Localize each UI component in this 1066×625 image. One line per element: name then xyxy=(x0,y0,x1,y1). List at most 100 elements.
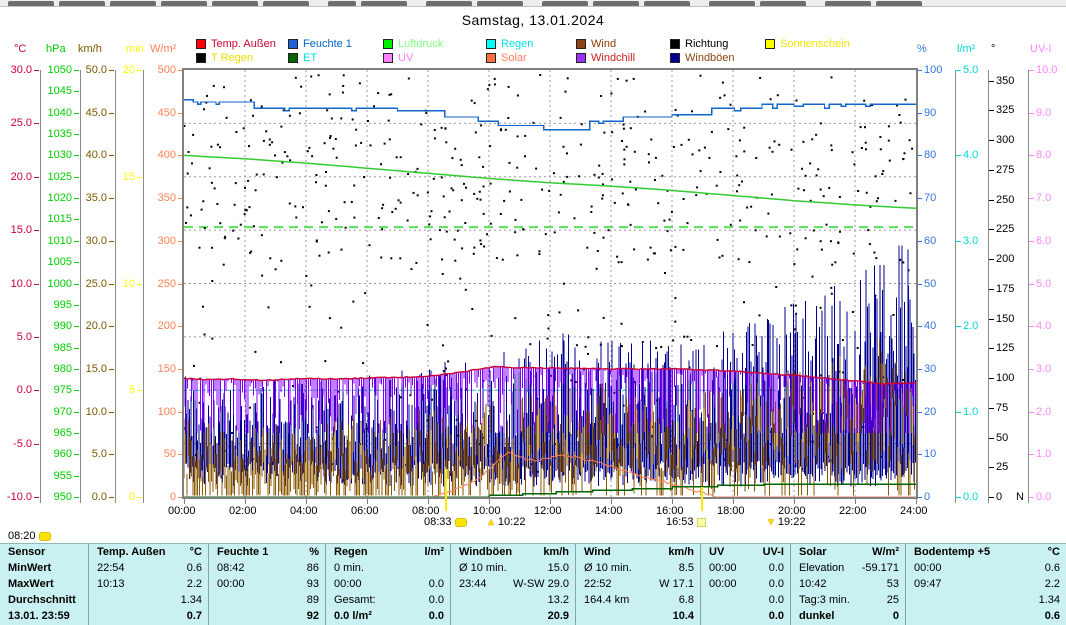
toolbar-button[interactable] xyxy=(212,1,258,6)
axis-label-wm2: 450 xyxy=(136,108,176,119)
stats-cell-value: 0.0 xyxy=(769,592,784,608)
axis-label-min: 5 xyxy=(95,385,135,396)
axis-tick-pct xyxy=(917,284,922,285)
stats-cell-label xyxy=(215,608,217,624)
axis-label-pct: 70 xyxy=(924,193,936,204)
axis-label-wm2: 400 xyxy=(136,150,176,161)
axis-tick-pct xyxy=(917,369,922,370)
toolbar-button[interactable] xyxy=(709,1,755,6)
axis-unit-lm2: l/m² xyxy=(957,44,975,55)
stats-cell-row: 22:52W 17.1 xyxy=(576,576,700,592)
axis-tick-wm2 xyxy=(178,155,183,156)
stats-cell-value: 92 xyxy=(307,608,319,624)
x-axis-label: 12:00 xyxy=(534,505,562,517)
axis-tick-deg xyxy=(989,497,994,498)
stats-cell-row: 10.4 xyxy=(576,608,700,624)
axis-label-deg: 325 xyxy=(996,105,1014,116)
axis-label-deg: 100 xyxy=(996,373,1014,384)
toolbar-button[interactable] xyxy=(59,1,105,6)
sun-icon xyxy=(455,518,467,527)
axis-label-kmh: 40.0 xyxy=(67,150,107,161)
legend-item: Richtung xyxy=(685,38,728,50)
stats-cell-row: 89 xyxy=(209,592,325,608)
axis-tick-c xyxy=(34,123,39,124)
toolbar-button[interactable] xyxy=(760,1,806,6)
chart-plot[interactable] xyxy=(184,70,916,497)
axis-line-uvi xyxy=(1028,70,1029,503)
stats-cell-row: 1.34 xyxy=(906,592,1066,608)
toolbar-button[interactable] xyxy=(876,1,922,6)
axis-label-hpa: 975 xyxy=(32,385,72,396)
axis-label-lm2: 5.0 xyxy=(963,65,978,76)
stats-cell-value: 93 xyxy=(307,576,319,592)
stats-row-header-label: 13.01. 23:59 xyxy=(6,608,70,624)
stats-col-solar: SolarW/m²Elevation-59.17110:4253Tag:3 mi… xyxy=(790,544,905,625)
axis-label-wm2: 300 xyxy=(136,236,176,247)
stats-col-header: UVUV-I xyxy=(701,544,790,560)
stats-cell-row: Gesamt:0.0 xyxy=(326,592,450,608)
axis-tick-pct xyxy=(917,412,922,413)
toolbar-button[interactable] xyxy=(8,1,54,6)
sun-icon xyxy=(39,532,51,541)
x-axis-tick xyxy=(306,499,307,504)
x-axis-tick xyxy=(489,499,490,504)
axis-unit-c: °C xyxy=(14,44,26,55)
stats-cell-label: 00:00 xyxy=(707,560,737,576)
legend-item: Windböen xyxy=(685,52,735,64)
stats-cell-label xyxy=(707,608,709,624)
stats-cell-label: 10:13 xyxy=(95,576,125,592)
axis-tick-hpa xyxy=(74,262,79,263)
sunshine-icon xyxy=(697,518,706,527)
axis-label-min: 15 xyxy=(95,172,135,183)
legend-item: Regen xyxy=(501,38,533,50)
stats-cell-value: 0.6 xyxy=(1045,560,1060,576)
axis-label-hpa: 1010 xyxy=(32,236,72,247)
toolbar-button[interactable] xyxy=(644,1,690,6)
toolbar-button[interactable] xyxy=(110,1,156,6)
axis-tick-wm2 xyxy=(178,412,183,413)
stats-col-header: Feuchte 1% xyxy=(209,544,325,560)
x-axis-label: 00:00 xyxy=(168,505,196,517)
x-axis-tick xyxy=(733,499,734,504)
stats-cell-value: W-SW 29.0 xyxy=(513,576,569,592)
toolbar-button[interactable] xyxy=(426,1,472,6)
axis-tick-pct xyxy=(917,497,922,498)
axis-tick-hpa xyxy=(74,390,79,391)
axis-label-min: 10 xyxy=(95,279,135,290)
stats-cell-value: 0.6 xyxy=(187,560,202,576)
toolbar-button[interactable] xyxy=(263,1,309,6)
stats-cell-row: 10:132.2 xyxy=(89,576,208,592)
stats-cell-value: 0.0 xyxy=(769,560,784,576)
axis-tick-deg xyxy=(989,467,994,468)
axis-tick-uvi xyxy=(1029,326,1034,327)
stats-col-name: Feuchte 1 xyxy=(215,544,268,560)
axis-label-c: 10.0 xyxy=(0,279,32,290)
stats-cell-value: 25 xyxy=(887,592,899,608)
stats-cell-row: 13.2 xyxy=(451,592,575,608)
axis-tick-deg xyxy=(989,378,994,379)
toolbar-button[interactable] xyxy=(161,1,207,6)
toolbar-button[interactable] xyxy=(477,1,523,6)
stats-col-feuchte-1: Feuchte 1%08:428600:00938992 xyxy=(208,544,325,625)
toolbar-button[interactable] xyxy=(593,1,639,6)
stats-cell-row: 08:4286 xyxy=(209,560,325,576)
stats-cell-row: 00:0093 xyxy=(209,576,325,592)
axis-tick-wm2 xyxy=(178,369,183,370)
toolbar-button[interactable] xyxy=(328,1,356,6)
legend-swatch-regen xyxy=(486,39,496,49)
arrow-down-icon: ▼ xyxy=(766,517,776,528)
axis-label-wm2: 50 xyxy=(136,449,176,460)
axis-tick-kmh xyxy=(109,412,114,413)
stats-cell-label: Gesamt: xyxy=(332,592,376,608)
axis-tick-hpa xyxy=(74,433,79,434)
axis-label-deg: 200 xyxy=(996,254,1014,265)
toolbar-button[interactable] xyxy=(542,1,588,6)
sun-marker-label: 19:22 xyxy=(778,516,806,528)
axis-label-wm2: 350 xyxy=(136,193,176,204)
toolbar-gap xyxy=(314,5,328,6)
stats-col-name: Bodentemp +5 xyxy=(912,544,990,560)
stats-cell-row: 0 min. xyxy=(326,560,450,576)
toolbar-button[interactable] xyxy=(361,1,407,6)
stats-cell-row: 1.34 xyxy=(89,592,208,608)
toolbar-button[interactable] xyxy=(825,1,871,6)
